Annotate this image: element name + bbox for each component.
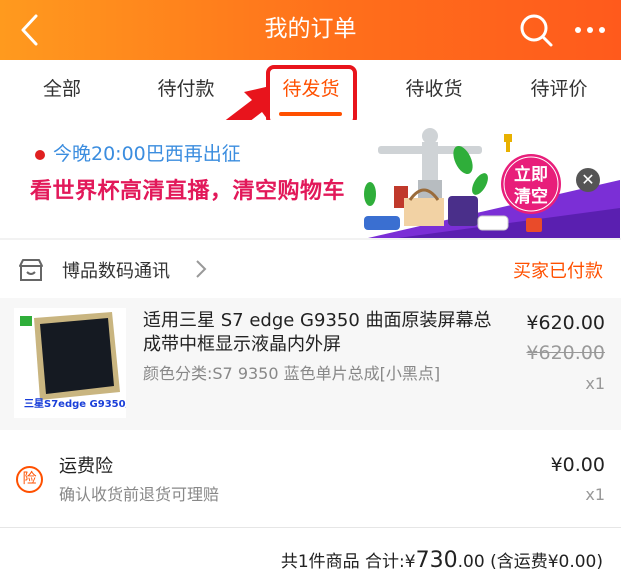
store-icon xyxy=(19,259,43,281)
store-name[interactable]: 博品数码通讯 xyxy=(62,257,170,283)
more-icon xyxy=(575,27,605,33)
banner-subtitle: 今晚20:00巴西再出征 xyxy=(53,143,241,165)
order-total: 共1件商品 合计:¥730.00 (含运费¥0.00) xyxy=(281,547,603,573)
annotation-highlight-box xyxy=(266,65,357,126)
banner-close-button[interactable]: ✕ xyxy=(576,168,600,192)
currency-symbol: ¥ xyxy=(404,552,416,572)
product-sku: 颜色分类:S7 9350 蓝色单片总成[小黑点] xyxy=(143,364,441,383)
chevron-right-icon xyxy=(196,260,207,278)
badge-line1: 立即 xyxy=(514,164,548,185)
item-count-label: 共1件商品 合计: xyxy=(280,552,405,572)
banner-headline: 看世界杯高清直播，清空购物车 xyxy=(30,179,346,204)
shipping-note: (含运费¥0.00) xyxy=(490,552,603,572)
tab-all[interactable]: 全部 xyxy=(20,60,104,120)
total-integer: 730 xyxy=(415,548,458,573)
store-row[interactable]: 博品数码通讯 买家已付款 xyxy=(0,240,621,298)
tab-pending-review[interactable]: 待评价 xyxy=(516,60,602,120)
product-original-price: ¥620.00 xyxy=(526,342,605,364)
close-icon: ✕ xyxy=(581,170,595,189)
insurance-name: 运费险 xyxy=(59,456,113,477)
order-summary: 共1件商品 合计:¥730.00 (含运费¥0.00) xyxy=(0,528,621,588)
badge-line2: 清空 xyxy=(514,186,548,207)
product-item[interactable]: 三星S7edge G9350屏幕 适用三星 S7 edge G9350 曲面原装… xyxy=(0,298,621,430)
tab-pending-receipt[interactable]: 待收货 xyxy=(391,60,477,120)
product-price: ¥620.00 xyxy=(526,312,605,334)
search-button[interactable] xyxy=(516,10,556,50)
order-status: 买家已付款 xyxy=(513,261,603,282)
live-dot-icon xyxy=(35,150,45,160)
header-bar: 我的订单 xyxy=(0,0,621,60)
insurance-quantity: x1 xyxy=(585,485,605,504)
insurance-price: ¥0.00 xyxy=(550,454,605,476)
insurance-description: 确认收货前退货可理赔 xyxy=(59,485,220,504)
product-title: 适用三星 S7 edge G9350 曲面原装屏幕总成带中框显示液晶内外屏 xyxy=(143,310,492,355)
search-icon xyxy=(520,14,553,47)
shipping-insurance-item: 险 运费险 确认收货前退货可理赔 ¥0.00 x1 xyxy=(0,430,621,528)
more-button[interactable] xyxy=(568,10,612,50)
product-thumbnail[interactable]: 三星S7edge G9350屏幕 xyxy=(14,308,126,418)
total-decimal: .00 xyxy=(457,552,485,572)
order-page: 我的订单 全部 待付款 待发货 待收货 待评价 今晚20:00巴西再出征 看世界… xyxy=(0,0,621,588)
product-quantity: x1 xyxy=(585,374,605,393)
insurance-icon: 险 xyxy=(16,466,43,493)
promo-banner[interactable]: 今晚20:00巴西再出征 看世界杯高清直播，清空购物车 立即 清空 xyxy=(0,120,621,238)
thumbnail-caption: 三星S7edge G9350屏幕 xyxy=(24,399,126,410)
